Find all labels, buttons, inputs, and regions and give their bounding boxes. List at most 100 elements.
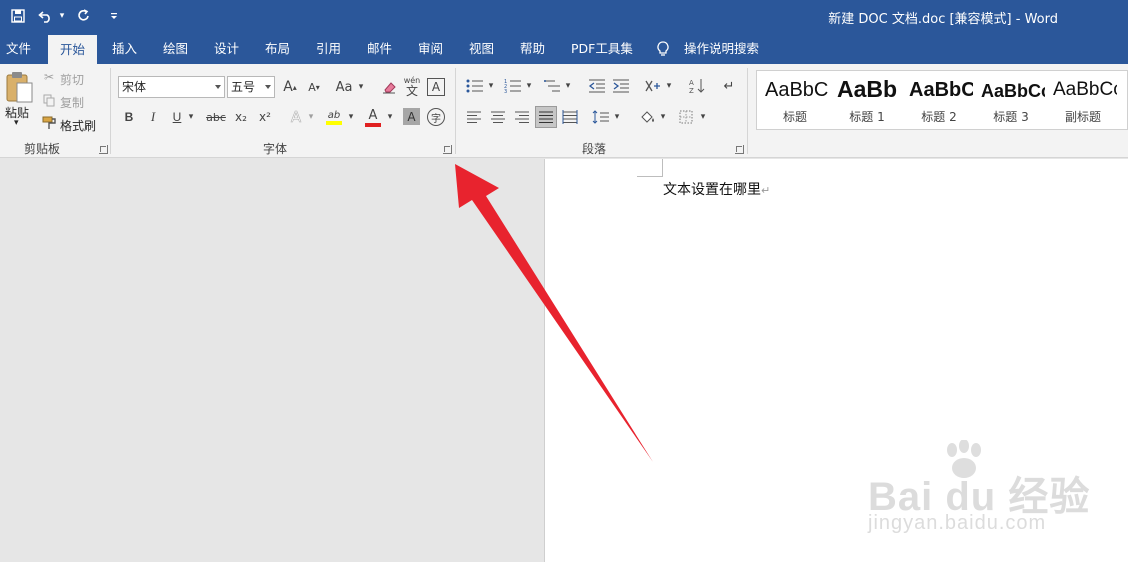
grow-font-icon[interactable]: A ▴: [281, 78, 299, 96]
style-heading-1[interactable]: AaBb 标题 1: [831, 71, 903, 129]
tab-help[interactable]: 帮助: [508, 33, 557, 64]
tell-me-search[interactable]: 操作说明搜索: [672, 33, 771, 64]
tab-home[interactable]: 开始: [48, 35, 98, 64]
group-divider: [110, 68, 111, 154]
save-icon[interactable]: [8, 6, 28, 26]
chevron-down-icon[interactable]: ▾: [486, 76, 496, 96]
tab-layout[interactable]: 布局: [253, 33, 302, 64]
clipboard-group-label: 剪贴板: [24, 142, 61, 156]
chevron-down-icon[interactable]: ▾: [664, 76, 674, 96]
chevron-down-icon[interactable]: ▾: [698, 108, 708, 126]
sort-icon[interactable]: AZ: [687, 76, 707, 96]
chevron-down-icon[interactable]: ▾: [524, 76, 534, 96]
distributed-icon[interactable]: [561, 108, 579, 126]
svg-text:Z: Z: [689, 87, 694, 94]
show-marks-icon[interactable]: ↵: [721, 76, 737, 96]
paragraph-group-label: 段落: [582, 142, 607, 156]
phonetic-guide-icon[interactable]: wén 文: [402, 74, 422, 98]
character-border-icon[interactable]: A: [427, 78, 445, 96]
font-name-value: 宋体: [122, 80, 147, 94]
highlight-icon[interactable]: ab: [324, 106, 344, 128]
style-heading-2[interactable]: AaBbC 标题 2: [903, 71, 975, 129]
undo-dropdown-icon[interactable]: ▾: [57, 6, 67, 26]
clear-formatting-icon[interactable]: [380, 78, 398, 96]
justify-icon[interactable]: [535, 106, 557, 128]
style-subtitle[interactable]: AaBbCcD 副标题: [1047, 71, 1119, 129]
text-effects-icon[interactable]: A: [287, 108, 305, 127]
align-right-icon[interactable]: [513, 108, 531, 126]
tab-review[interactable]: 审阅: [406, 33, 455, 64]
font-color-icon[interactable]: A: [364, 106, 382, 128]
subscript-icon[interactable]: x₂: [232, 108, 250, 126]
font-group-label: 字体: [263, 142, 288, 156]
tab-insert[interactable]: 插入: [100, 33, 149, 64]
chevron-down-icon[interactable]: ▾: [563, 76, 573, 96]
bold-icon[interactable]: B: [121, 108, 137, 126]
tab-design[interactable]: 设计: [202, 33, 251, 64]
bullets-icon[interactable]: [465, 76, 485, 96]
watermark-url: jingyan.baidu.com: [868, 512, 1047, 534]
paste-dropdown-icon[interactable]: ▾: [14, 118, 19, 128]
enclose-characters-icon[interactable]: 字: [427, 108, 445, 126]
increase-indent-icon[interactable]: [611, 76, 631, 96]
format-painter-icon[interactable]: [42, 116, 58, 130]
lightbulb-icon: [656, 40, 670, 58]
workspace-background: [0, 159, 544, 562]
clipboard-launcher-icon[interactable]: [99, 145, 108, 154]
multilevel-list-icon[interactable]: [542, 76, 562, 96]
font-size-combo[interactable]: 五号: [227, 76, 275, 98]
shrink-font-icon[interactable]: A ▾: [305, 78, 323, 96]
customize-icon[interactable]: [106, 6, 122, 26]
cut-label[interactable]: 剪切: [60, 71, 84, 88]
tab-view[interactable]: 视图: [457, 33, 506, 64]
chevron-down-icon[interactable]: ▾: [186, 108, 196, 126]
document-text[interactable]: 文本设置在哪里↵: [663, 179, 770, 199]
cut-icon[interactable]: ✂: [42, 70, 56, 84]
font-dialog-launcher-icon[interactable]: [443, 145, 452, 154]
strikethrough-icon[interactable]: abc: [205, 108, 227, 126]
group-divider: [455, 68, 456, 154]
tab-file[interactable]: 文件: [0, 33, 43, 64]
tab-mailings[interactable]: 邮件: [355, 33, 404, 64]
chevron-down-icon[interactable]: ▾: [356, 78, 366, 96]
font-size-value: 五号: [231, 80, 256, 94]
chevron-down-icon: [265, 85, 271, 89]
chevron-down-icon: [215, 85, 221, 89]
align-center-icon[interactable]: [489, 108, 507, 126]
tab-references[interactable]: 引用: [304, 33, 353, 64]
redo-icon[interactable]: [74, 6, 94, 26]
paragraph-dialog-launcher-icon[interactable]: [735, 145, 744, 154]
chevron-down-icon[interactable]: ▾: [385, 108, 395, 126]
tab-pdf-tools[interactable]: PDF工具集: [559, 33, 645, 64]
undo-icon[interactable]: [36, 6, 56, 26]
italic-icon[interactable]: I: [145, 108, 161, 126]
chevron-down-icon[interactable]: ▾: [612, 108, 622, 126]
font-name-combo[interactable]: 宋体: [118, 76, 225, 98]
format-painter-label[interactable]: 格式刷: [60, 117, 96, 134]
copy-label[interactable]: 复制: [60, 94, 84, 111]
chevron-down-icon[interactable]: ▾: [306, 108, 316, 126]
borders-icon[interactable]: [677, 108, 695, 126]
underline-icon[interactable]: U: [169, 108, 185, 126]
line-spacing-icon[interactable]: [591, 108, 611, 126]
svg-text:A: A: [689, 79, 694, 87]
paste-icon[interactable]: [4, 70, 34, 104]
chevron-down-icon[interactable]: ▾: [658, 108, 668, 126]
paragraph-shading-icon[interactable]: [637, 108, 657, 126]
tab-draw[interactable]: 绘图: [151, 33, 200, 64]
style-heading-3[interactable]: AaBbCc 标题 3: [975, 71, 1047, 129]
chinese-layout-icon[interactable]: [643, 76, 663, 96]
numbering-icon[interactable]: 123: [503, 76, 523, 96]
chevron-down-icon[interactable]: ▾: [346, 108, 356, 126]
svg-text:3: 3: [504, 89, 507, 94]
align-left-icon[interactable]: [465, 108, 483, 126]
copy-icon[interactable]: [42, 93, 56, 107]
window-title: 新建 DOC 文档.doc [兼容模式] - Word: [828, 12, 1058, 27]
superscript-icon[interactable]: x²: [256, 108, 274, 126]
styles-gallery[interactable]: AaBbCcDd 标题 AaBb 标题 1 AaBbC 标题 2 AaBbCc …: [756, 70, 1128, 130]
decrease-indent-icon[interactable]: [587, 76, 607, 96]
change-case-icon[interactable]: Aa: [333, 78, 355, 96]
character-shading-icon[interactable]: A: [403, 108, 420, 125]
style-title[interactable]: AaBbCcDd 标题: [759, 71, 831, 129]
group-divider: [747, 68, 748, 154]
